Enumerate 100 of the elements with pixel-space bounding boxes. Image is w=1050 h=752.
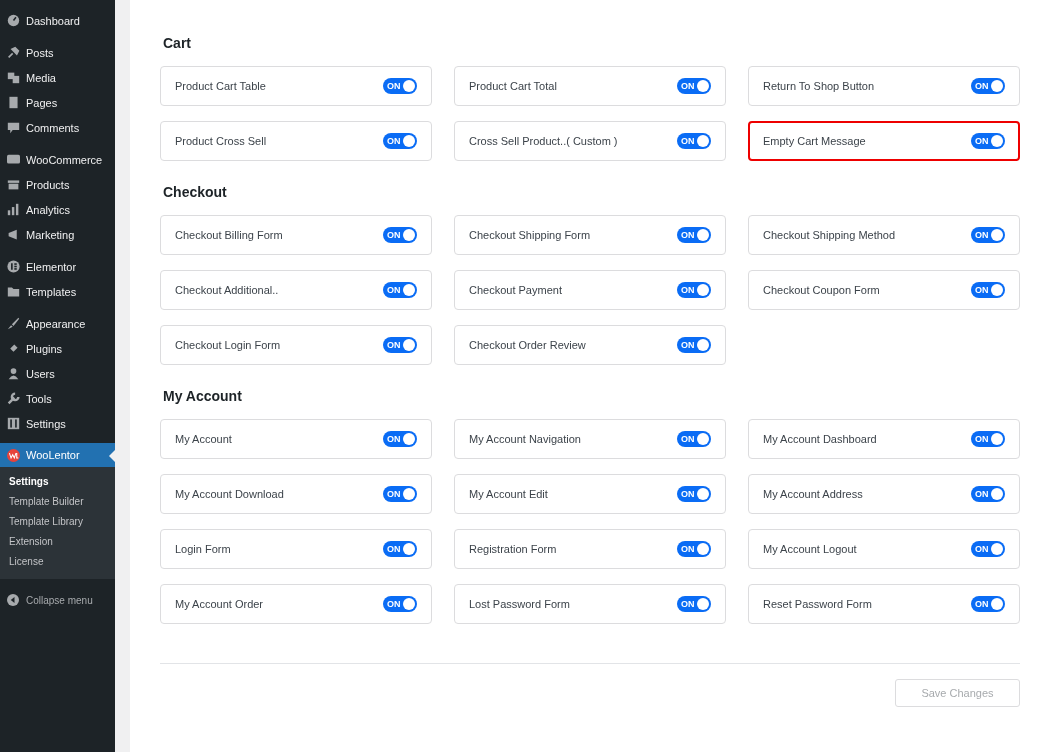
toggle-switch[interactable]: ON	[971, 282, 1005, 298]
toggle-switch[interactable]: ON	[383, 227, 417, 243]
setting-label: Lost Password Form	[469, 598, 570, 610]
toggle-switch[interactable]: ON	[677, 133, 711, 149]
menu-label: Analytics	[26, 203, 71, 216]
woolentor-logo-icon	[7, 448, 20, 462]
sidebar-menu-item[interactable]: WooCommerce	[0, 147, 115, 172]
section-heading: My Account	[163, 388, 243, 404]
menu-label: WooCommerce	[26, 153, 103, 166]
toggle-switch[interactable]: ON	[383, 78, 417, 94]
menu-label: Appearance	[26, 317, 86, 330]
setting-label: My Account Download	[175, 488, 284, 500]
toggle-switch[interactable]: ON	[677, 337, 711, 353]
setting-label: Checkout Additional..	[175, 284, 279, 296]
menu-label: Plugins	[26, 342, 63, 355]
toggle-switch[interactable]: ON	[383, 133, 417, 149]
menu-label: Settings	[26, 417, 66, 430]
setting-label: Login Form	[175, 543, 231, 555]
sidebar-menu-item[interactable]: Templates	[0, 279, 115, 304]
speech-bubble-icon	[7, 121, 20, 134]
sidebar-menu-item[interactable]: Elementor	[0, 254, 115, 279]
sidebar-menu-item[interactable]: Settings	[0, 411, 115, 436]
toggle-switch[interactable]: ON	[677, 486, 711, 502]
toggle-switch[interactable]: ON	[971, 541, 1005, 557]
settings-icon	[7, 417, 20, 430]
toggle-switch[interactable]: ON	[383, 486, 417, 502]
menu-label: Marketing	[26, 228, 75, 241]
sidebar-menu-item[interactable]: Appearance	[0, 311, 115, 336]
setting-label: Return To Shop Button	[763, 80, 875, 92]
sidebar-menu-item[interactable]: Marketing	[0, 222, 115, 247]
sidebar-menu-item[interactable]: Products	[0, 172, 115, 197]
menu-label: Users	[26, 367, 55, 380]
sidebar-menu-item[interactable]: Comments	[0, 115, 115, 140]
setting-label: Reset Password Form	[763, 598, 872, 610]
menu-label: Posts	[26, 46, 54, 59]
sidebar-menu-item[interactable]: Tools	[0, 386, 115, 411]
sidebar-menu-item[interactable]: Users	[0, 361, 115, 386]
section-heading: Checkout	[163, 184, 228, 200]
setting-label: Checkout Order Review	[469, 339, 586, 351]
setting-label: Checkout Shipping Form	[469, 229, 591, 241]
folder-icon	[7, 285, 20, 298]
setting-label: Registration Form	[469, 543, 557, 555]
setting-label: My Account Logout	[763, 543, 857, 555]
menu-label: Templates	[26, 285, 77, 298]
toggle-switch[interactable]: ON	[677, 227, 711, 243]
box-icon	[7, 178, 20, 191]
toggle-switch[interactable]: ON	[383, 596, 417, 612]
setting-label: Empty Cart Message	[763, 135, 866, 147]
submenu-item[interactable]: Template Library	[0, 512, 115, 532]
toggle-switch[interactable]: ON	[677, 78, 711, 94]
paintbrush-icon	[7, 317, 20, 330]
menu-label: Pages	[26, 96, 58, 109]
setting-label: Checkout Shipping Method	[763, 229, 896, 241]
toggle-switch[interactable]: ON	[383, 337, 417, 353]
sidebar-menu-item[interactable]: WooLentor	[0, 443, 115, 467]
setting-label: My Account Order	[175, 598, 264, 610]
submenu-item[interactable]: Extension	[0, 532, 115, 552]
sidebar-menu-item[interactable]: Analytics	[0, 197, 115, 222]
setting-label: Checkout Payment	[469, 284, 562, 296]
toggle-switch[interactable]: ON	[971, 486, 1005, 502]
setting-label: My Account Address	[763, 488, 863, 500]
submenu-item[interactable]: License	[0, 552, 115, 572]
menu-label: Products	[26, 178, 70, 191]
sidebar-menu-item[interactable]: Dashboard	[0, 8, 115, 33]
toggle-switch[interactable]: ON	[677, 596, 711, 612]
toggle-switch[interactable]: ON	[971, 133, 1005, 149]
toggle-switch[interactable]: ON	[383, 541, 417, 557]
toggle-switch[interactable]: ON	[971, 78, 1005, 94]
pages-icon	[7, 96, 20, 109]
setting-label: Checkout Billing Form	[175, 229, 283, 241]
user-icon	[7, 367, 20, 380]
setting-label: My Account Navigation	[469, 433, 581, 445]
setting-label: My Account Edit	[469, 488, 548, 500]
menu-label: Comments	[26, 121, 80, 134]
submenu-item[interactable]: Settings	[0, 472, 115, 492]
toggle-switch[interactable]: ON	[677, 431, 711, 447]
toggle-switch[interactable]: ON	[971, 227, 1005, 243]
menu-label: Media	[26, 71, 56, 84]
submenu-item[interactable]: Template Builder	[0, 492, 115, 512]
woo-bubble-icon	[7, 153, 20, 166]
collapse-menu-button[interactable]: Collapse menu	[0, 586, 115, 614]
megaphone-icon	[7, 228, 20, 241]
sidebar-menu-item[interactable]: Plugins	[0, 336, 115, 361]
toggle-switch[interactable]: ON	[677, 541, 711, 557]
toggle-switch[interactable]: ON	[677, 282, 711, 298]
sidebar-menu-item[interactable]: Media	[0, 65, 115, 90]
menu-label: Tools	[26, 392, 52, 405]
setting-label: Checkout Login Form	[175, 339, 281, 351]
setting-label: Product Cart Total	[469, 80, 557, 92]
wrench-icon	[7, 392, 20, 405]
toggle-switch[interactable]: ON	[383, 282, 417, 298]
media-icon	[7, 71, 20, 84]
elementor-icon	[7, 260, 20, 273]
toggle-switch[interactable]: ON	[971, 431, 1005, 447]
toggle-switch[interactable]: ON	[971, 596, 1005, 612]
toggle-switch[interactable]: ON	[383, 431, 417, 447]
menu-label: Elementor	[26, 260, 77, 273]
menu-label: Dashboard	[26, 14, 80, 27]
sidebar-menu-item[interactable]: Posts	[0, 40, 115, 65]
sidebar-menu-item[interactable]: Pages	[0, 90, 115, 115]
